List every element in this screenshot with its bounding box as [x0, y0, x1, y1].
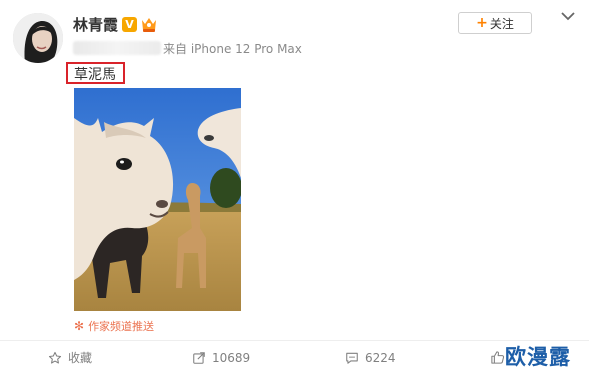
post-image[interactable]: [74, 88, 241, 311]
like-button[interactable]: [490, 341, 505, 374]
channel-link-label: 作家频道推送: [88, 320, 155, 333]
repost-count: 10689: [212, 350, 251, 365]
avatar[interactable]: [13, 13, 63, 63]
weibo-post-card: 林青霞 V + 关注 来自 iPhone 12 Pro Max 草泥馬 ✻ 作家…: [0, 0, 589, 374]
favorite-button[interactable]: 收藏: [48, 341, 92, 374]
watermark: 欧漫露: [505, 345, 571, 369]
post-text: 草泥馬: [74, 67, 116, 83]
thumbs-up-icon: [491, 351, 505, 364]
chevron-down-icon[interactable]: [560, 10, 576, 22]
author-name[interactable]: 林青霞: [73, 14, 118, 35]
comment-count: 6224: [365, 350, 396, 365]
vip-badge-icon: [142, 18, 156, 32]
comment-icon: [346, 352, 358, 364]
favorite-label: 收藏: [68, 351, 93, 365]
repost-icon: [193, 351, 205, 364]
plus-icon: +: [476, 15, 488, 31]
post-source: 来自 iPhone 12 Pro Max: [163, 41, 302, 56]
channel-link[interactable]: ✻ 作家频道推送: [74, 318, 154, 334]
blurred-timestamp: [73, 41, 161, 55]
comment-button[interactable]: 6224: [345, 341, 396, 374]
follow-button[interactable]: + 关注: [458, 12, 532, 34]
verified-badge-icon: V: [122, 17, 137, 32]
repost-button[interactable]: 10689: [192, 341, 250, 374]
follow-button-label: 关注: [489, 16, 514, 31]
alpaca-photo: [74, 88, 241, 311]
action-bar: 收藏 10689 6224: [0, 341, 589, 374]
spark-icon: ✻: [74, 319, 85, 333]
avatar-image: [13, 13, 63, 63]
star-icon: [48, 351, 62, 364]
post-source-line: 来自 iPhone 12 Pro Max: [73, 40, 302, 56]
